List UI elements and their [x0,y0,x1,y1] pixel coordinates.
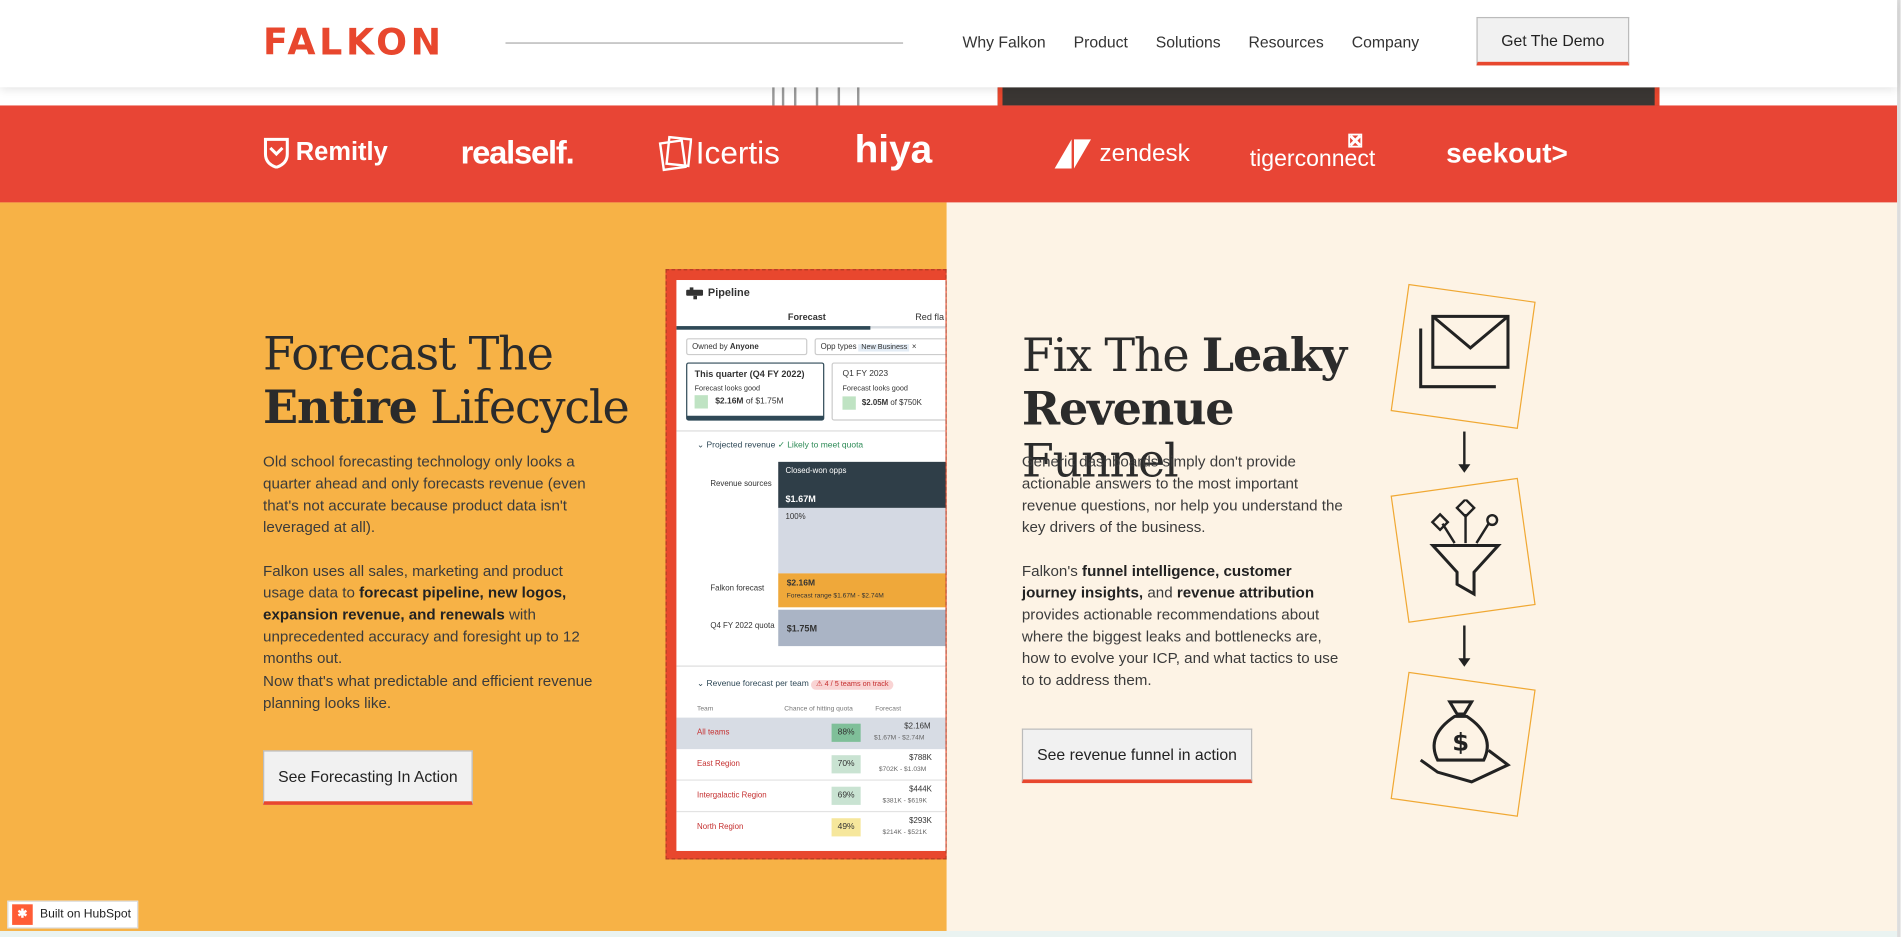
falkon-logo[interactable]: FALKON [263,22,445,64]
funnel-icon [1429,499,1502,597]
forecast-paragraph-1: Old school forecasting technology only l… [263,453,586,536]
this-quarter-card[interactable]: This quarter (Q4 FY 2022) Forecast looks… [686,362,825,421]
icertis-logo: Icertis [658,135,780,173]
dashboard-title: Pipeline [707,286,750,299]
hiya-logo: hiya [854,127,933,171]
tab-forecast[interactable]: Forecast [788,312,826,323]
forecast-paragraph-3: Now that's what predictable and efficien… [263,672,593,712]
closed-won-bar: Closed-won opps $1.67M [778,461,946,508]
money-bag-icon: $ [1419,700,1511,784]
active-tab-indicator [676,326,871,330]
forecast-heading: Forecast The Entire Lifecycle [263,327,630,434]
flow-arrow-1 [1458,431,1471,473]
funnel-paragraph-1: Generic dashboards simply don't provide … [1021,453,1343,536]
hero-image-edge [735,87,1660,106]
projected-revenue-header: ⌄ Projected revenue ✓ Likely to meet quo… [697,441,864,450]
site-header: FALKON Why Falkon Product Solutions Reso… [0,0,1898,88]
nav-why-falkon[interactable]: Why Falkon [962,33,1045,51]
pipeline-icon [686,287,704,300]
zendesk-logo: zendesk [1052,137,1190,171]
zendesk-z-icon [1054,139,1091,169]
pipeline-dashboard-mockup: Pipeline Forecast Red fla Owned by Anyon… [665,269,947,860]
get-demo-button[interactable]: Get The Demo [1476,16,1630,66]
seekout-logo: seekout> [1446,136,1568,169]
team-row-intergalactic[interactable]: Intergalactic Region 69% $444K $381K - $… [676,781,946,813]
team-row-all[interactable]: All teams 88% $2.16M $1.67M - $2.74M [676,717,946,750]
next-quarter-card[interactable]: Q1 FY 2023 Forecast looks good $2.05M of… [831,362,946,421]
page-scrollbar[interactable] [1897,0,1901,937]
per-team-header: ⌄ Revenue forecast per team ⚠ 4 / 5 team… [697,679,894,690]
funnel-paragraph-2: Falkon's funnel intelligence, customer j… [1021,562,1339,689]
tigerconnect-mark-icon [1348,133,1363,148]
hubspot-icon: ✱ [12,904,33,925]
owned-by-filter[interactable]: Owned by Anyone [686,338,808,356]
customer-logo-strip: Remitly realself. Icertis hiya zendesk t… [0,105,1898,203]
team-row-north[interactable]: North Region 49% $293K $214K - $521K [676,812,945,844]
nav-product[interactable]: Product [1074,33,1128,51]
next-section-edge [0,930,1898,937]
forecast-paragraph-2: Falkon uses all sales, marketing and pro… [263,562,580,667]
tab-red-flags[interactable]: Red fla [915,312,944,323]
nav-resources[interactable]: Resources [1248,33,1323,51]
opp-types-filter[interactable]: Opp types New Business × [814,338,946,356]
see-revenue-funnel-button[interactable]: See revenue funnel in action [1021,728,1253,784]
realself-logo: realself. [460,134,575,171]
tigerconnect-logo: tigerconnect [1250,133,1375,174]
nav-solutions[interactable]: Solutions [1156,33,1221,51]
main-nav: Why Falkon Product Solutions Resources C… [962,33,1419,51]
remitly-shield-icon [263,137,289,169]
header-divider [505,42,904,44]
nav-company[interactable]: Company [1352,33,1419,51]
falkon-forecast-bar: $2.16M Forecast range $1.67M - $2.74M [778,573,946,608]
team-row-east[interactable]: East Region 70% $788K $702K - $1.03M [676,749,946,781]
envelope-icon [1419,314,1510,389]
remaining-bar: 100% [778,507,946,574]
flow-arrow-2 [1458,625,1471,667]
remitly-logo: Remitly [263,137,388,169]
see-forecasting-button[interactable]: See Forecasting In Action [263,750,473,805]
quota-bar: $1.75M [778,609,946,647]
hubspot-badge[interactable]: ✱ Built on HubSpot [7,900,139,929]
icertis-page-icon [658,135,693,171]
svg-text:$: $ [1452,727,1469,756]
